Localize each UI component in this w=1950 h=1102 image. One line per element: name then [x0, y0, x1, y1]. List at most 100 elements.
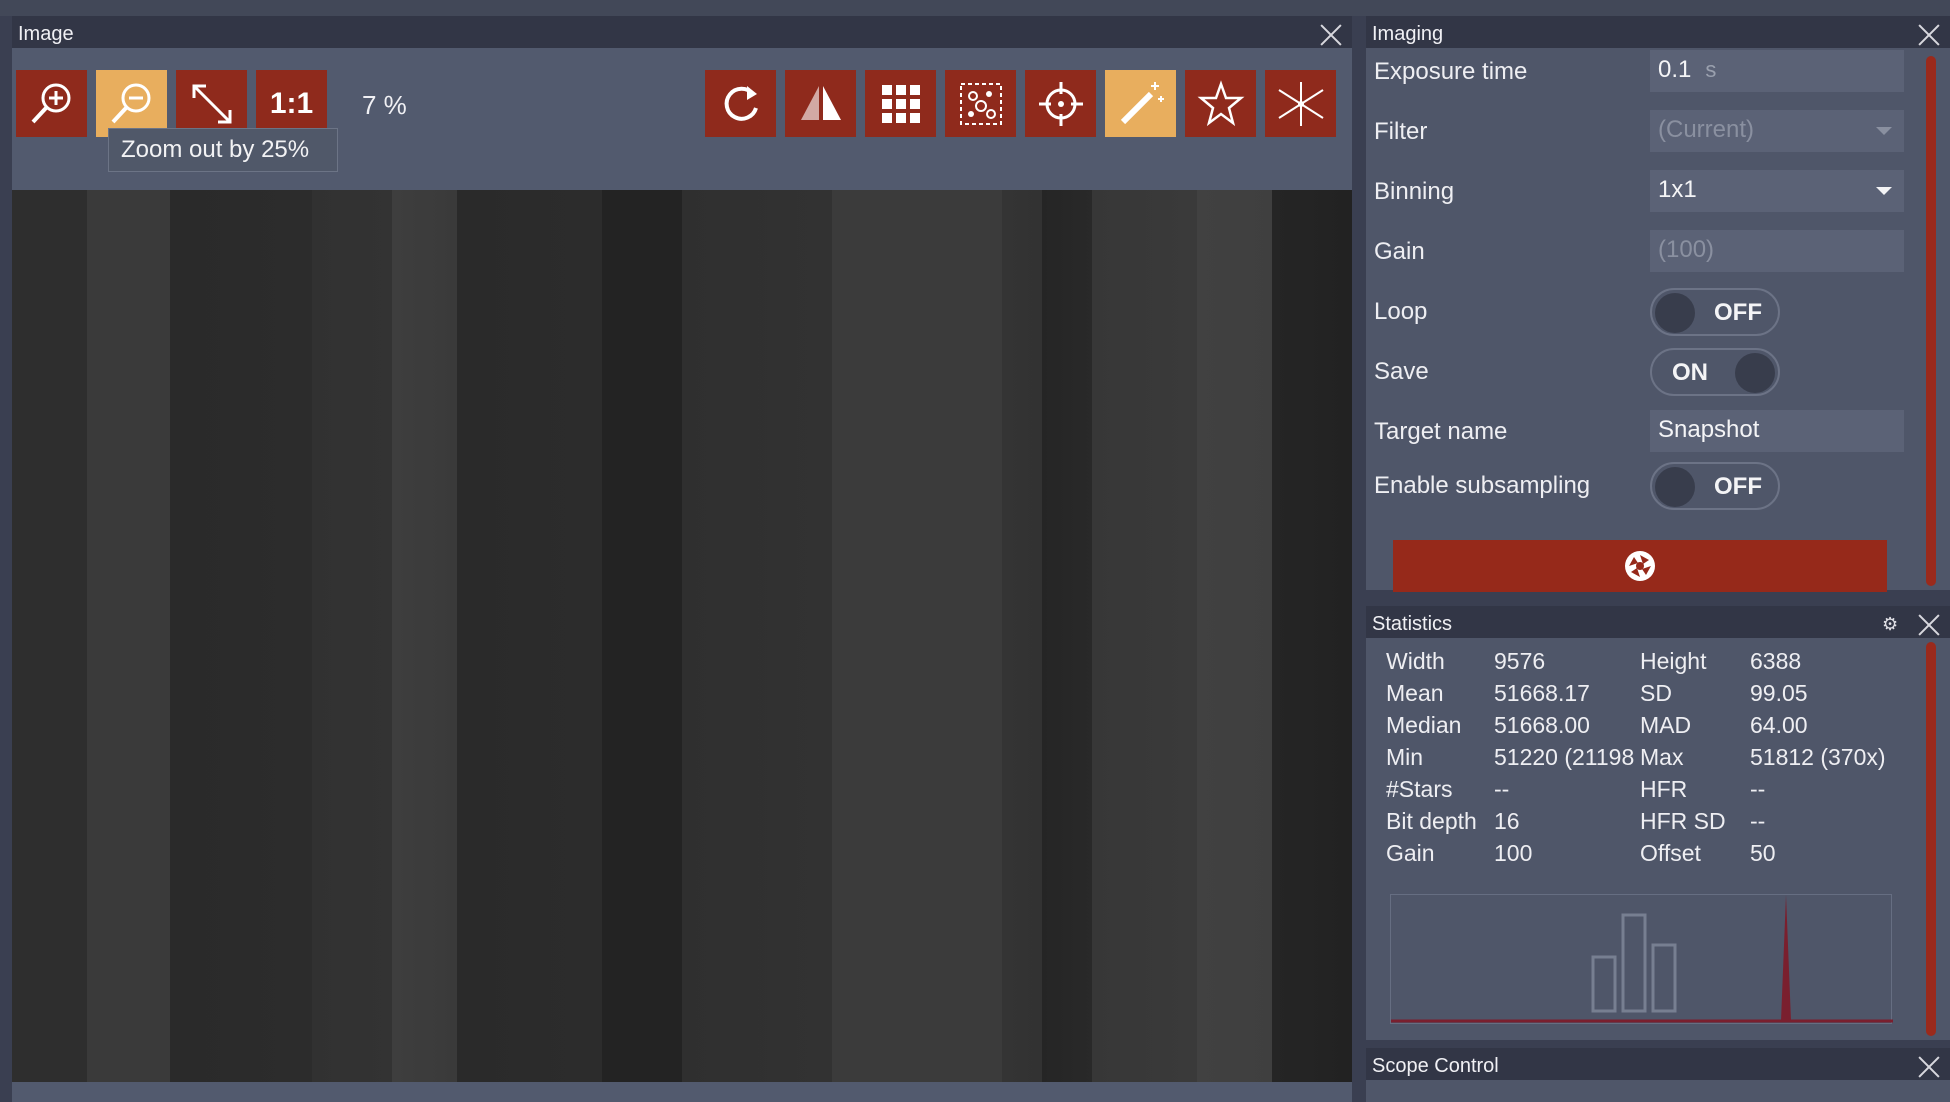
scope-control-panel: Scope Control — [1366, 1048, 1950, 1102]
histogram-chart — [1390, 894, 1893, 1024]
stat-label: Mean — [1386, 680, 1444, 706]
stat-label: Offset — [1640, 840, 1701, 866]
save-toggle[interactable]: ON — [1650, 348, 1780, 396]
image-toolbar: 1:1 7 % Zoom out by 25% — [12, 48, 1352, 206]
stat-label: Gain — [1386, 840, 1435, 866]
magic-wand-button[interactable] — [1105, 70, 1176, 137]
top-menu-strip — [0, 0, 1950, 16]
rotate-button[interactable] — [705, 70, 776, 137]
toggle-knob — [1655, 293, 1695, 333]
stat-value: -- — [1494, 776, 1510, 802]
imaging-panel: Imaging Exposure time 0.1 s Filter (Curre… — [1366, 16, 1950, 592]
star-detection-button[interactable] — [945, 70, 1016, 137]
imaging-scrollbar[interactable] — [1926, 56, 1936, 586]
scope-control-title: Scope Control — [1372, 1055, 1499, 1077]
stat-label: Width — [1386, 648, 1445, 674]
exposure-time-value: 0.1 — [1658, 56, 1692, 83]
stat-label: HFR — [1640, 776, 1688, 802]
histogram-peak — [1781, 895, 1791, 1021]
aperture-icon — [1625, 551, 1655, 581]
stat-value: 99.05 — [1750, 680, 1808, 706]
histogram-svg — [1391, 895, 1893, 1023]
image-canvas[interactable] — [12, 190, 1352, 1082]
stat-label: MAD — [1640, 712, 1692, 738]
fit-to-screen-button[interactable] — [176, 70, 247, 137]
binning-select[interactable]: 1x1 — [1650, 170, 1904, 212]
exposure-time-label: Exposure time — [1374, 58, 1528, 85]
imaging-panel-header: Imaging — [1366, 16, 1950, 48]
filter-select[interactable]: (Current) — [1650, 110, 1904, 152]
gain-value: (100) — [1658, 236, 1715, 263]
filter-value: (Current) — [1658, 116, 1755, 143]
close-icon[interactable] — [1916, 612, 1942, 638]
loop-state: OFF — [1714, 299, 1762, 326]
loop-toggle[interactable]: OFF — [1650, 288, 1780, 336]
stat-label: #Stars — [1386, 776, 1453, 802]
stat-label: Min — [1386, 744, 1424, 770]
toggle-knob — [1735, 353, 1775, 393]
stat-value: 50 — [1750, 840, 1776, 866]
statistics-panel: Statistics ⚙ Width 9576 Height 6388 Mean 5166… — [1366, 606, 1950, 1040]
chevron-down-icon — [1876, 187, 1892, 195]
stat-value: 100 — [1494, 840, 1533, 866]
image-panel-header: Image — [12, 16, 1352, 48]
star-icon — [1197, 79, 1244, 126]
stat-value: 51668.17 — [1494, 680, 1590, 706]
bahtinov-button[interactable] — [1265, 70, 1336, 137]
crosshair-button[interactable] — [1025, 70, 1096, 137]
close-icon[interactable] — [1318, 22, 1344, 48]
gain-label: Gain — [1374, 238, 1425, 265]
scope-control-header: Scope Control — [1366, 1048, 1950, 1080]
chevron-down-icon — [1876, 127, 1892, 135]
stat-label: Median — [1386, 712, 1462, 738]
star-button[interactable] — [1185, 70, 1256, 137]
rotate-icon — [724, 85, 758, 121]
grid-button[interactable] — [865, 70, 936, 137]
close-icon[interactable] — [1916, 1054, 1942, 1080]
zoom-in-icon — [31, 83, 70, 123]
binning-label: Binning — [1374, 178, 1455, 205]
capture-button[interactable] — [1393, 540, 1887, 592]
filter-label: Filter — [1374, 118, 1428, 145]
stat-label: Max — [1640, 744, 1684, 770]
stat-value: 16 — [1494, 808, 1520, 834]
close-icon[interactable] — [1916, 22, 1942, 48]
subsampling-toggle[interactable]: OFF — [1650, 462, 1780, 510]
zoom-level: 7 % — [362, 90, 407, 120]
stat-value: 51220 (21198 — [1494, 744, 1635, 770]
target-name-value: Snapshot — [1658, 416, 1760, 443]
statistics-panel-title: Statistics — [1372, 613, 1453, 635]
magic-wand-icon — [1120, 81, 1164, 124]
imaging-panel-title: Imaging — [1372, 23, 1444, 45]
histogram-bar — [1621, 913, 1647, 1013]
stat-label: SD — [1640, 680, 1672, 706]
one-to-one-button[interactable]: 1:1 — [256, 70, 327, 137]
stat-value: 9576 — [1494, 648, 1546, 674]
target-name-input[interactable]: Snapshot — [1650, 410, 1904, 452]
save-label: Save — [1374, 358, 1429, 385]
crosshair-icon — [1038, 81, 1083, 126]
histogram-bar — [1591, 955, 1617, 1013]
image-panel-title: Image — [18, 23, 74, 45]
zoom-in-button[interactable] — [16, 70, 87, 137]
fit-to-screen-icon — [192, 84, 231, 123]
zoom-out-button[interactable] — [96, 70, 167, 137]
stat-label: HFR SD — [1640, 808, 1726, 834]
subsampling-state: OFF — [1714, 473, 1762, 500]
zoom-out-icon — [111, 83, 150, 123]
grid-icon — [881, 84, 920, 123]
exposure-time-unit: s — [1705, 57, 1717, 82]
statistics-scrollbar[interactable] — [1926, 642, 1936, 1036]
settings-gears-icon[interactable]: ⚙ — [1882, 606, 1898, 642]
gain-input[interactable]: (100) — [1650, 230, 1904, 272]
toggle-knob — [1655, 467, 1695, 507]
image-panel-footer — [12, 1082, 1352, 1102]
statistics-panel-header: Statistics ⚙ — [1366, 606, 1950, 638]
stat-label: Bit depth — [1386, 808, 1477, 834]
histogram-bar — [1651, 943, 1677, 1013]
flip-button[interactable] — [785, 70, 856, 137]
exposure-time-input[interactable]: 0.1 s — [1650, 50, 1904, 92]
target-name-label: Target name — [1374, 418, 1508, 445]
stat-value: 64.00 — [1750, 712, 1808, 738]
save-state: ON — [1672, 359, 1708, 386]
